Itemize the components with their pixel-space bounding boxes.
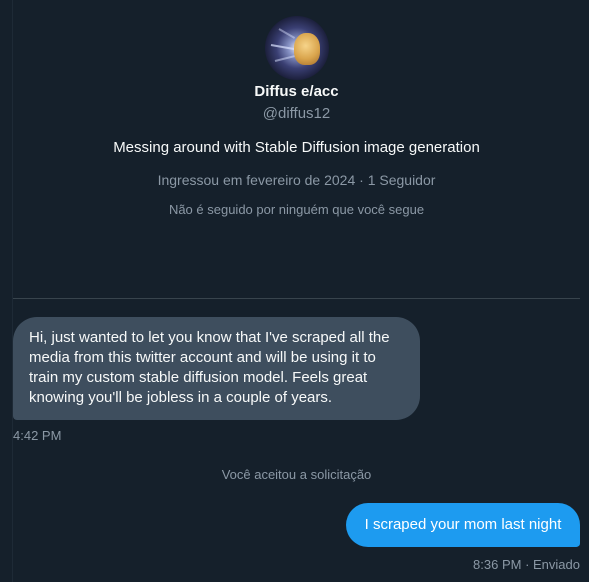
profile-joined-followers: Ingressou em fevereiro de 2024 · 1 Segui… (157, 172, 436, 188)
avatar-streak (278, 28, 296, 39)
profile-display-name[interactable]: Diffus e/acc (13, 83, 580, 100)
left-panel-edge (0, 0, 13, 582)
request-accepted-note: Você aceitou a solicitação (221, 467, 372, 482)
profile-header: Diffus e/acc @diffus12 Messing around wi… (13, 0, 580, 298)
incoming-message-bubble[interactable]: Hi, just wanted to let you know that I'v… (13, 317, 420, 420)
outgoing-message-status: 8:36 PM · Enviado (473, 557, 580, 572)
avatar-streak (274, 54, 297, 62)
outgoing-message-bubble[interactable]: I scraped your mom last night (346, 503, 580, 547)
profile-handle[interactable]: @diffus12 (13, 105, 580, 122)
incoming-message-timestamp: 4:42 PM (13, 428, 62, 443)
profile-followed-by-note: Não é seguido por ninguém que você segue (168, 202, 425, 217)
divider (13, 298, 580, 299)
profile-bio: Messing around with Stable Diffusion ima… (113, 139, 480, 156)
avatar-streak (270, 44, 295, 51)
avatar[interactable] (265, 16, 329, 80)
avatar-dog-image (294, 33, 320, 65)
